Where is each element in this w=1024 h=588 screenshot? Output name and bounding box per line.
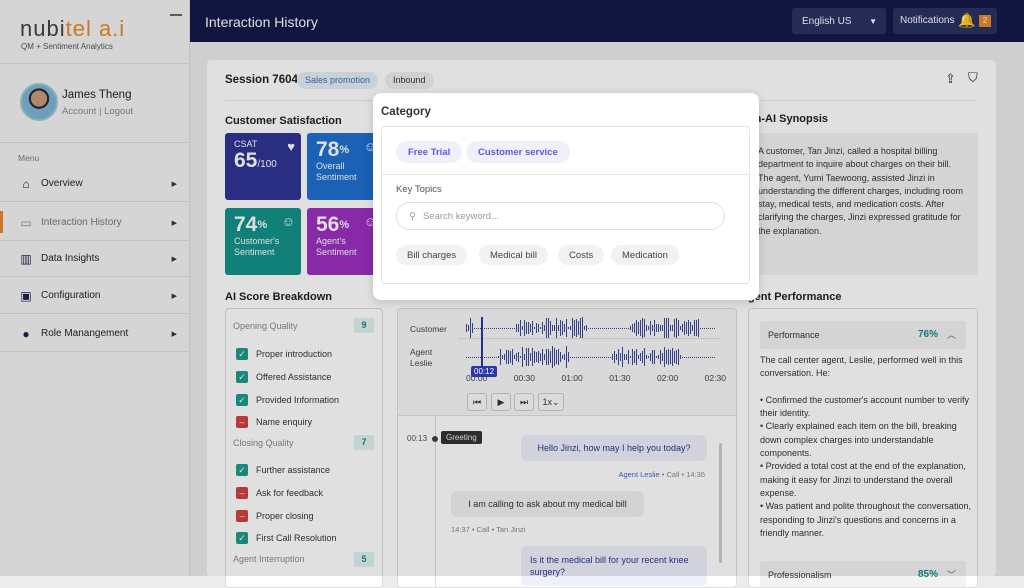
category-chip[interactable]: Free Trial — [396, 141, 463, 163]
topic-chip[interactable]: Costs — [558, 245, 605, 265]
divider — [382, 174, 749, 175]
topic-chip[interactable]: Medication — [611, 245, 679, 265]
search-icon: ⚲ — [409, 211, 416, 222]
topic-chip[interactable]: Medical bill — [479, 245, 548, 265]
key-topics-label: Key Topics — [396, 184, 442, 195]
popup-title: Category — [381, 106, 431, 118]
category-chip[interactable]: Customer service — [466, 141, 570, 163]
search-input[interactable]: ⚲ Search keyword... — [396, 202, 725, 230]
search-placeholder: Search keyword... — [422, 211, 500, 222]
current-time: 00:12 — [471, 366, 498, 377]
popup-content: Free Trial Customer service Key Topics ⚲… — [381, 126, 750, 284]
category-popup: Category Free Trial Customer service Key… — [373, 93, 759, 300]
topic-chip[interactable]: Bill charges — [396, 245, 468, 265]
